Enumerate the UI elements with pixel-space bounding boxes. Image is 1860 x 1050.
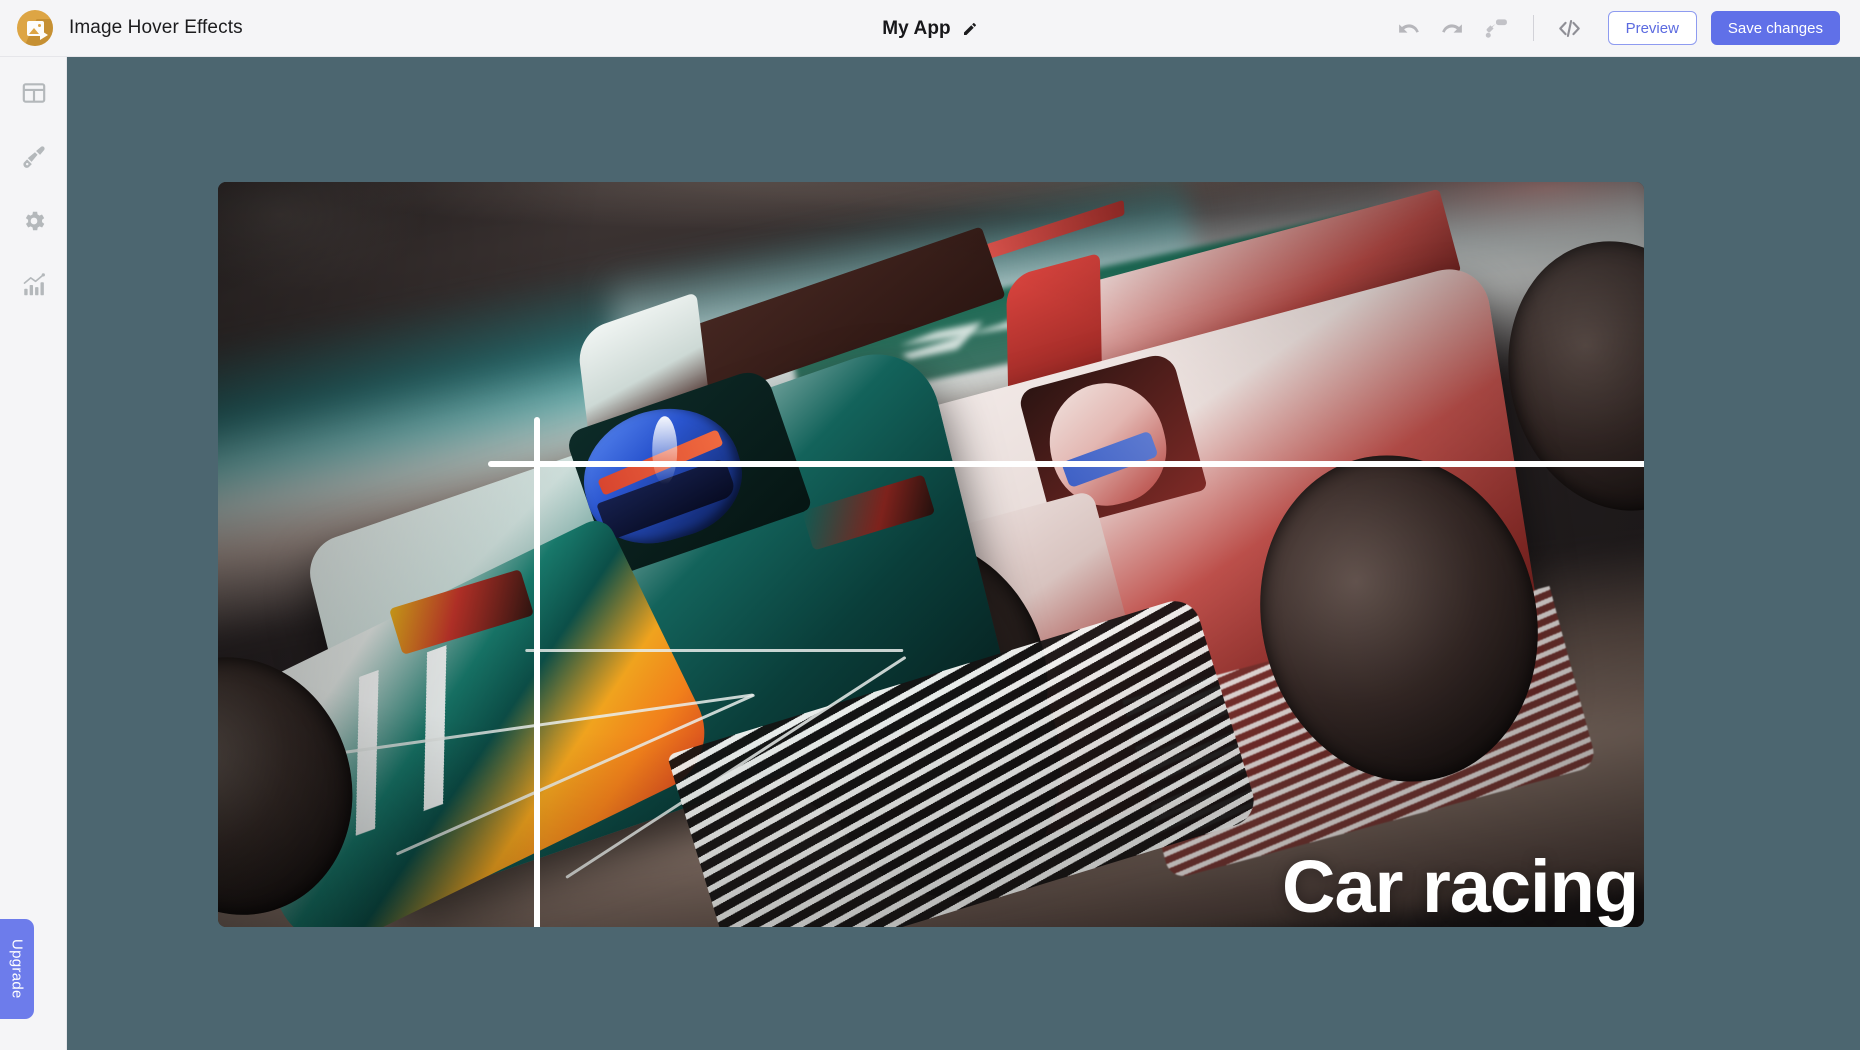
- sidebar-item-design[interactable]: [0, 127, 67, 191]
- frame-line-top: [488, 461, 1644, 467]
- frame-line-left: [534, 417, 540, 927]
- top-bar-actions: Preview Save changes: [1387, 0, 1860, 57]
- undo-arrow-icon[interactable]: [1387, 8, 1431, 48]
- paint-roller-icon[interactable]: [1475, 8, 1519, 48]
- green-race-car: [218, 226, 1260, 927]
- sidebar-item-analytics[interactable]: [0, 255, 67, 319]
- preview-button[interactable]: Preview: [1607, 11, 1697, 45]
- redo-arrow-icon[interactable]: [1431, 8, 1475, 48]
- image-play-logo-icon: [17, 10, 53, 46]
- app-name: Image Hover Effects: [69, 17, 243, 38]
- layout-grid-icon: [21, 80, 47, 111]
- gear-icon: [21, 208, 47, 239]
- left-sidebar: Upgrade: [0, 57, 67, 1050]
- brand: Image Hover Effects: [0, 10, 243, 46]
- paintbrush-icon: [20, 143, 47, 175]
- top-bar: Image Hover Effects My App Preview Save …: [0, 0, 1860, 57]
- pencil-icon[interactable]: [962, 21, 978, 37]
- image-hover-effect-widget[interactable]: Car racing: [218, 182, 1644, 927]
- page-title: My App: [882, 17, 951, 39]
- sidebar-item-settings[interactable]: [0, 191, 67, 255]
- app-root: Image Hover Effects My App Preview Save …: [0, 0, 1860, 1050]
- toolbar-divider: [1532, 15, 1534, 41]
- race-car-photo: [218, 182, 1644, 927]
- image-caption: Car racing: [1282, 845, 1639, 927]
- save-changes-button[interactable]: Save changes: [1710, 11, 1840, 45]
- upgrade-label: Upgrade: [8, 939, 26, 999]
- code-brackets-icon[interactable]: [1548, 8, 1592, 48]
- sidebar-item-layout[interactable]: [0, 63, 67, 127]
- bar-chart-icon: [21, 272, 47, 303]
- upgrade-button[interactable]: Upgrade: [0, 919, 34, 1019]
- editor-canvas[interactable]: Car racing: [67, 57, 1860, 1050]
